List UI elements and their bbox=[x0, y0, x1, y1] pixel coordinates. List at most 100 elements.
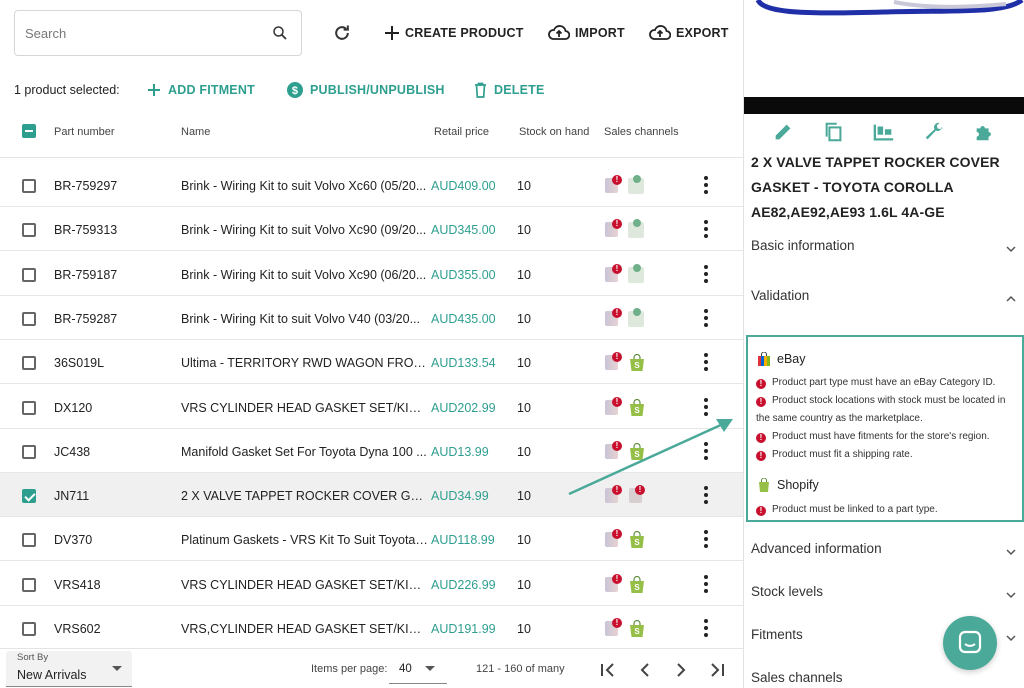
section-stock-levels[interactable]: Stock levels bbox=[751, 584, 1019, 606]
edit-icon[interactable] bbox=[772, 121, 794, 143]
first-page-icon[interactable] bbox=[599, 661, 617, 679]
items-per-page-select[interactable]: 40 bbox=[389, 654, 447, 684]
row-checkbox[interactable] bbox=[22, 444, 36, 459]
table-row[interactable]: DX120 VRS CYLINDER HEAD GASKET SET/KIT T.… bbox=[0, 385, 743, 429]
column-sales-channels[interactable]: Sales channels bbox=[604, 126, 679, 138]
row-checkbox[interactable] bbox=[22, 267, 36, 282]
section-sales-channels[interactable]: Sales channels bbox=[751, 670, 1019, 688]
last-page-icon[interactable] bbox=[708, 661, 726, 679]
sales-channel-status[interactable]: ! bbox=[605, 307, 649, 328]
more-options-icon[interactable] bbox=[700, 219, 712, 239]
refresh-icon[interactable] bbox=[332, 23, 352, 43]
row-checkbox[interactable] bbox=[22, 489, 36, 504]
more-options-icon[interactable] bbox=[700, 397, 712, 417]
product-name[interactable]: Manifold Gasket Set For Toyota Dyna 100 … bbox=[181, 445, 428, 459]
row-checkbox[interactable] bbox=[22, 577, 36, 592]
shopify-channel-label: Shopify bbox=[777, 478, 819, 492]
sales-channel-status[interactable]: ! bbox=[605, 175, 649, 195]
ebay-error-icon: ! bbox=[612, 352, 622, 363]
column-retail-price[interactable]: Retail price bbox=[434, 126, 489, 138]
more-options-icon[interactable] bbox=[700, 529, 712, 549]
table-row[interactable]: BR-759287 Brink - Wiring Kit to suit Volv… bbox=[0, 296, 743, 340]
sales-channel-status[interactable]: ! S bbox=[605, 352, 649, 372]
section-advanced-information[interactable]: Advanced information bbox=[751, 541, 1019, 563]
row-checkbox[interactable] bbox=[22, 622, 36, 636]
select-all-checkbox[interactable] bbox=[22, 124, 36, 138]
publish-unpublish-button[interactable]: $ PUBLISH/UNPUBLISH bbox=[287, 79, 445, 101]
validation-error: ! Product must have fitments for the stor… bbox=[756, 428, 1022, 446]
section-validation[interactable]: Validation bbox=[751, 288, 1019, 310]
sales-channel-status[interactable]: ! S bbox=[605, 573, 649, 594]
more-options-icon[interactable] bbox=[700, 485, 712, 505]
table-row[interactable]: JC438 Manifold Gasket Set For Toyota Dyna… bbox=[0, 429, 743, 473]
product-name[interactable]: 2 X VALVE TAPPET ROCKER COVER GASK... bbox=[181, 489, 428, 503]
next-page-icon[interactable] bbox=[672, 661, 690, 679]
row-checkbox[interactable] bbox=[22, 356, 36, 371]
row-checkbox[interactable] bbox=[22, 311, 36, 326]
table-row[interactable]: 36S019L Ultima - TERRITORY RWD WAGON FRON… bbox=[0, 340, 743, 385]
cloud-upload-icon bbox=[548, 25, 570, 40]
puzzle-icon[interactable] bbox=[973, 121, 995, 143]
svg-text:S: S bbox=[634, 627, 640, 636]
sales-channel-status[interactable]: ! S bbox=[605, 440, 649, 461]
search-icon[interactable] bbox=[271, 24, 289, 42]
product-name[interactable]: VRS CYLINDER HEAD GASKET SET/KIT - ... bbox=[181, 578, 428, 592]
part-number: DX120 bbox=[54, 400, 93, 415]
svg-text:S: S bbox=[634, 450, 640, 459]
more-options-icon[interactable] bbox=[700, 175, 712, 195]
more-options-icon[interactable] bbox=[700, 352, 712, 372]
inventory-icon[interactable] bbox=[872, 121, 896, 143]
row-checkbox[interactable] bbox=[22, 533, 36, 548]
table-row[interactable]: JN711 2 X VALVE TAPPET ROCKER COVER GASK.… bbox=[0, 473, 743, 518]
product-name[interactable]: Brink - Wiring Kit to suit Volvo Xc90 (0… bbox=[181, 223, 428, 237]
table-row[interactable]: VRS418 VRS CYLINDER HEAD GASKET SET/KIT -… bbox=[0, 562, 743, 606]
sales-channel-status[interactable]: ! S bbox=[605, 396, 649, 417]
sales-channel-status[interactable]: ! bbox=[605, 219, 649, 239]
previous-page-icon[interactable] bbox=[636, 661, 654, 679]
product-name[interactable]: Ultima - TERRITORY RWD WAGON FRONT ... bbox=[181, 356, 428, 370]
product-name[interactable]: Brink - Wiring Kit to suit Volvo V40 (03… bbox=[181, 312, 428, 326]
import-button[interactable]: IMPORT bbox=[548, 22, 625, 44]
product-name[interactable]: Brink - Wiring Kit to suit Volvo Xc90 (0… bbox=[181, 268, 428, 282]
column-part-number[interactable]: Part number bbox=[54, 126, 115, 138]
column-stock[interactable]: Stock on hand bbox=[519, 126, 589, 138]
add-fitment-button[interactable]: ADD FITMENT bbox=[147, 79, 255, 101]
product-name[interactable]: VRS,CYLINDER HEAD GASKET SET/KIT - H... bbox=[181, 622, 428, 636]
product-name[interactable]: VRS CYLINDER HEAD GASKET SET/KIT T... bbox=[181, 401, 428, 415]
table-row[interactable]: BR-759297 Brink - Wiring Kit to suit Volv… bbox=[0, 163, 743, 207]
create-product-button[interactable]: CREATE PRODUCT bbox=[384, 22, 524, 44]
search-box[interactable] bbox=[14, 10, 302, 56]
column-name[interactable]: Name bbox=[181, 126, 210, 138]
retail-price: AUD435.00 bbox=[431, 311, 496, 326]
product-name[interactable]: Platinum Gaskets - VRS Kit To Suit Toyot… bbox=[181, 533, 428, 547]
table-row[interactable]: DV370 Platinum Gaskets - VRS Kit To Suit … bbox=[0, 517, 743, 562]
delete-button[interactable]: DELETE bbox=[474, 79, 545, 101]
table-row[interactable]: BR-759313 Brink - Wiring Kit to suit Volv… bbox=[0, 207, 743, 252]
validation-error-text: Product part type must have an eBay Cate… bbox=[772, 377, 996, 388]
table-row[interactable]: VRS602 VRS,CYLINDER HEAD GASKET SET/KIT -… bbox=[0, 606, 743, 650]
more-options-icon[interactable] bbox=[700, 618, 712, 638]
wrench-icon[interactable] bbox=[923, 121, 945, 143]
sales-channel-status[interactable]: ! S bbox=[605, 618, 649, 638]
section-basic-information[interactable]: Basic information bbox=[751, 238, 1019, 260]
copy-icon[interactable] bbox=[823, 121, 845, 143]
chat-launcher-button[interactable] bbox=[943, 616, 997, 670]
shopify-channel-heading: Shopify bbox=[758, 476, 819, 494]
search-input[interactable] bbox=[25, 23, 265, 43]
row-checkbox[interactable] bbox=[22, 223, 36, 238]
more-options-icon[interactable] bbox=[700, 264, 712, 284]
export-button[interactable]: EXPORT bbox=[649, 22, 729, 44]
ebay-bag-icon bbox=[758, 352, 770, 366]
more-options-icon[interactable] bbox=[700, 441, 712, 461]
table-row[interactable]: BR-759187 Brink - Wiring Kit to suit Volv… bbox=[0, 252, 743, 296]
sales-channel-status[interactable]: ! bbox=[605, 263, 649, 284]
product-name[interactable]: Brink - Wiring Kit to suit Volvo Xc60 (0… bbox=[181, 179, 428, 193]
more-options-icon[interactable] bbox=[700, 308, 712, 328]
sales-channel-status[interactable]: ! bbox=[605, 485, 649, 505]
section-label: Basic information bbox=[751, 238, 855, 253]
row-checkbox[interactable] bbox=[22, 400, 36, 415]
sales-channel-status[interactable]: ! S bbox=[605, 529, 649, 549]
more-options-icon[interactable] bbox=[700, 574, 712, 594]
sort-by-select[interactable]: Sort By New Arrivals bbox=[6, 651, 132, 687]
row-checkbox[interactable] bbox=[22, 179, 36, 193]
